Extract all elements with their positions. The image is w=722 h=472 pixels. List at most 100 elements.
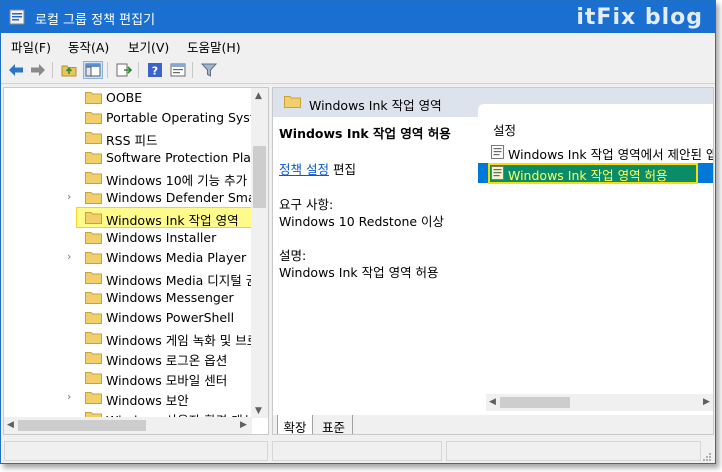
console-tree: OOBE Portable Operating System RSS 피드 Softw…	[4, 88, 252, 418]
tree-item-label: Windows 로그온 옵션	[106, 353, 228, 368]
details-folder-title: Windows Ink 작업 영역	[309, 98, 442, 113]
tree-vertical-scrollbar[interactable]: ▲ ▼	[251, 88, 268, 418]
expand-chevron-icon	[67, 291, 77, 303]
expand-chevron-icon	[67, 231, 77, 243]
resize-grip-icon[interactable]	[702, 452, 712, 462]
folder-icon	[85, 192, 102, 204]
properties-icon[interactable]	[168, 61, 188, 79]
expand-chevron-icon	[67, 331, 77, 343]
scroll-left-icon[interactable]: ◀	[489, 397, 496, 407]
tree-item[interactable]: › Windows Defender SmartScreen	[4, 188, 252, 208]
toolbar-separator	[138, 62, 139, 78]
export-list-icon[interactable]	[114, 61, 134, 79]
tree-item-label: Windows Installer	[106, 230, 217, 245]
tree-item-label: Windows 10에 기능 추가	[106, 173, 248, 188]
tree-item-label: Windows Media 디지털 권한 관리	[106, 273, 252, 288]
settings-list: 설정 Windows Ink 작업 영역에서 제안된 앱 허용 Windows …	[478, 104, 713, 414]
tree-item-label: Portable Operating System	[106, 110, 252, 125]
folder-icon	[85, 92, 102, 104]
tree-item[interactable]: Windows 모바일 센터	[4, 368, 252, 388]
folder-icon	[85, 312, 102, 324]
tree-item-label: Windows 게임 녹화 및 브로드캐스트	[106, 333, 252, 348]
expand-chevron-icon	[67, 111, 77, 123]
list-horizontal-scrollbar[interactable]: ◀ ▶	[486, 394, 713, 411]
scroll-right-icon[interactable]: ▶	[240, 420, 247, 430]
tree-item-label: Windows Messenger	[106, 290, 234, 305]
tab-standard[interactable]: 표준	[315, 415, 353, 434]
help-icon[interactable]: ?	[145, 61, 165, 79]
tree-item-label: Windows 모바일 센터	[106, 373, 228, 388]
back-arrow-icon[interactable]	[6, 61, 26, 79]
console-tree-pane: OOBE Portable Operating System RSS 피드 Softw…	[3, 87, 269, 435]
settings-list-item-selected[interactable]: Windows Ink 작업 영역 허용	[478, 163, 713, 184]
edit-policy-link[interactable]: 정책 설정	[279, 162, 329, 177]
expand-chevron-icon	[67, 351, 77, 363]
expand-chevron-icon[interactable]: ›	[67, 391, 77, 403]
tree-item[interactable]: OOBE	[4, 88, 252, 108]
expand-chevron-icon	[67, 91, 77, 103]
tree-item[interactable]: › Windows 보안	[4, 388, 252, 409]
group-policy-editor-window: 로컬 그룹 정책 편집기 itFix blog 파일(F) 동작(A) 보기(V…	[0, 0, 716, 464]
menu-file[interactable]: 파일(F)	[11, 37, 51, 56]
tree-item[interactable]: Windows Messenger	[4, 288, 252, 308]
settings-list-item-label: Windows Ink 작업 영역 허용	[508, 168, 668, 183]
status-field	[446, 441, 701, 461]
tree-item[interactable]: Portable Operating System	[4, 108, 252, 128]
menu-bar: 파일(F) 동작(A) 보기(V) 도움말(H)	[1, 33, 715, 56]
tree-item[interactable]: Windows PowerShell	[4, 308, 252, 328]
folder-icon	[85, 252, 102, 264]
menu-action[interactable]: 동작(A)	[68, 37, 109, 56]
forward-arrow-icon[interactable]	[28, 61, 48, 79]
scroll-up-icon[interactable]: ▲	[255, 91, 262, 101]
policy-setting-icon	[491, 166, 504, 180]
expand-chevron-icon[interactable]: ›	[67, 251, 77, 263]
title-bar[interactable]: 로컬 그룹 정책 편집기 itFix blog	[1, 1, 715, 33]
tree-horizontal-scroll-thumb[interactable]	[18, 420, 146, 431]
up-folder-icon[interactable]	[59, 61, 79, 79]
tree-item[interactable]: Windows Media 디지털 권한 관리	[4, 268, 252, 288]
folder-icon	[85, 392, 102, 404]
status-bar	[1, 437, 715, 463]
list-horizontal-scroll-thumb[interactable]	[500, 397, 570, 408]
filter-icon[interactable]	[199, 61, 219, 79]
folder-icon	[284, 96, 301, 108]
tree-item[interactable]: Windows 10에 기능 추가	[4, 168, 252, 188]
details-pane: Windows Ink 작업 영역 Windows Ink 작업 영역 허용 정…	[272, 87, 714, 435]
tree-horizontal-scrollbar[interactable]: ◀ ▶	[4, 417, 252, 434]
tree-item[interactable]: Software Protection Platform	[4, 148, 252, 168]
expand-chevron-icon	[67, 271, 77, 283]
scroll-down-icon[interactable]: ▼	[255, 406, 262, 416]
tab-extended[interactable]: 확장	[277, 415, 313, 434]
scroll-right-icon[interactable]: ▶	[703, 397, 710, 407]
tree-vertical-scroll-thumb[interactable]	[253, 146, 266, 208]
tree-item-label: Software Protection Platform	[106, 150, 252, 165]
tree-item[interactable]: Windows 게임 녹화 및 브로드캐스트	[4, 328, 252, 348]
tree-item[interactable]: Windows 로그온 옵션	[4, 348, 252, 368]
menu-view[interactable]: 보기(V)	[128, 37, 169, 56]
scroll-left-icon[interactable]: ◀	[7, 420, 14, 430]
description-value: Windows Ink 작업 영역 허용	[279, 265, 439, 280]
tree-item-selected[interactable]: Windows Ink 작업 영역	[4, 207, 252, 228]
toolbar-separator	[107, 62, 108, 78]
tree-item-label: Windows Ink 작업 영역	[106, 213, 239, 228]
settings-list-item[interactable]: Windows Ink 작업 영역에서 제안된 앱 허용	[478, 142, 713, 162]
settings-list-item-label: Windows Ink 작업 영역에서 제안된 앱 허용	[508, 147, 713, 162]
expand-chevron-icon	[67, 171, 77, 183]
toolbar-separator	[192, 62, 193, 78]
show-hide-tree-icon[interactable]	[83, 61, 103, 79]
tree-item[interactable]: › Windows Media Player	[4, 248, 252, 268]
tree-item-label: Windows Media Player	[106, 250, 247, 265]
folder-icon	[85, 232, 102, 244]
tree-item[interactable]: Windows Installer	[4, 228, 252, 248]
tree-item[interactable]: RSS 피드	[4, 128, 252, 148]
tree-item-label: Windows PowerShell	[106, 310, 235, 325]
expand-chevron-icon	[67, 211, 77, 223]
folder-icon	[85, 172, 102, 184]
settings-column-header[interactable]: 설정	[493, 120, 516, 139]
view-tabs: 확장 표준	[273, 415, 713, 434]
folder-icon	[85, 372, 102, 384]
menu-help[interactable]: 도움말(H)	[187, 37, 241, 56]
extended-description: Windows Ink 작업 영역 허용 정책 설정 편집 요구 사항: Win…	[273, 117, 478, 417]
policy-editor-app-icon	[9, 9, 25, 25]
expand-chevron-icon[interactable]: ›	[67, 191, 77, 203]
